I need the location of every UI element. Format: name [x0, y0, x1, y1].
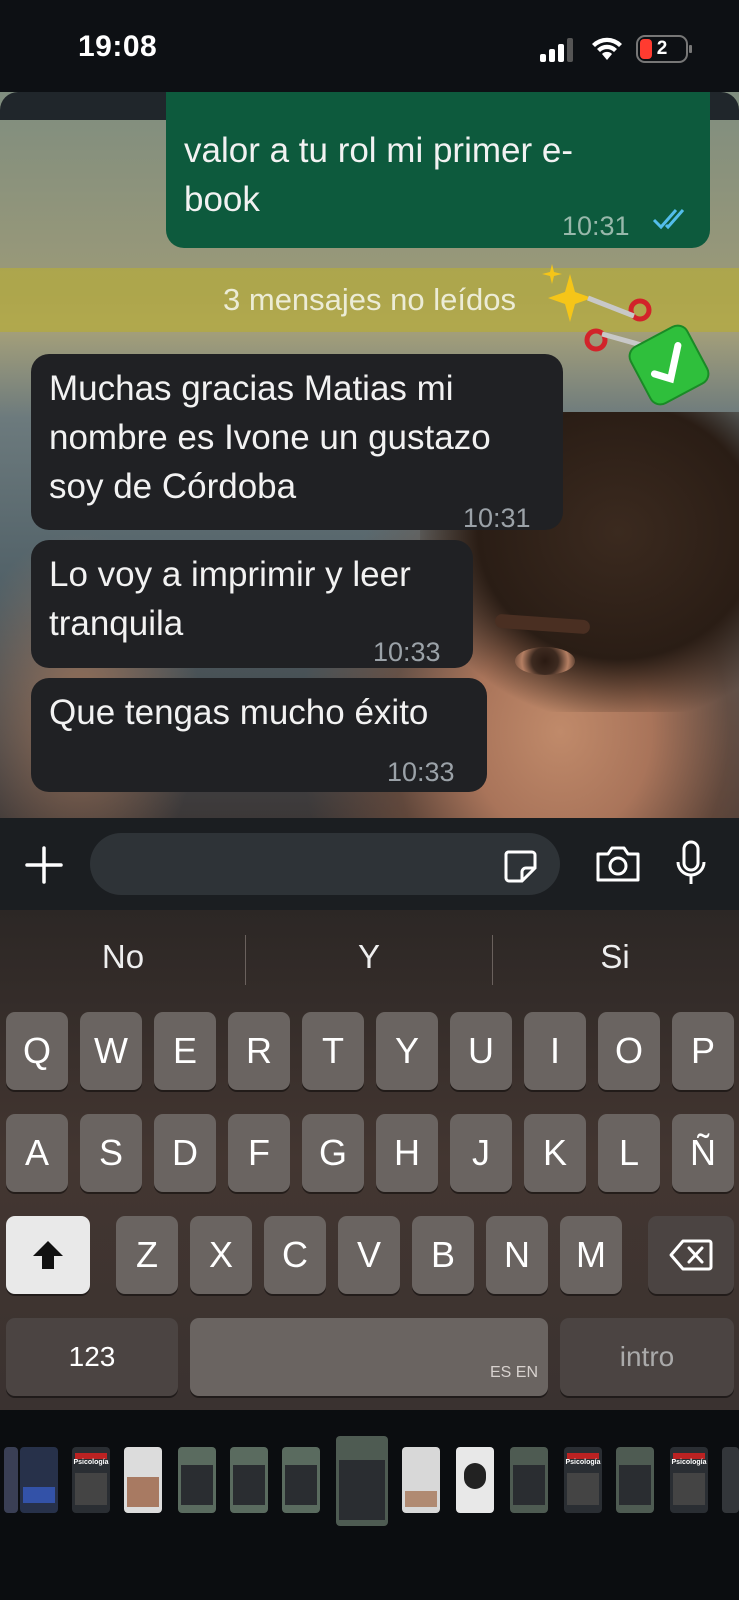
camera-icon[interactable]	[594, 844, 642, 884]
message-time: 10:33	[373, 637, 441, 667]
suggestion-si[interactable]: Si	[535, 938, 695, 976]
battery-level: 2	[656, 38, 668, 59]
key-p[interactable]: P	[672, 1012, 734, 1090]
app-thumbnail[interactable]	[456, 1447, 494, 1513]
incoming-message[interactable]: Lo voy a imprimir y leer tranquila 10:33	[31, 540, 473, 668]
outgoing-message[interactable]: valor a tu rol mi primer e- book 10:31	[166, 92, 710, 248]
battery-indicator: 2	[636, 35, 692, 63]
message-time: 10:33	[387, 757, 455, 787]
app-thumbnail[interactable]	[510, 1447, 548, 1513]
key-e[interactable]: E	[154, 1012, 216, 1090]
app-thumbnail[interactable]	[20, 1447, 58, 1513]
message-line: tranquila	[49, 604, 184, 643]
key-f[interactable]: F	[228, 1114, 290, 1192]
suggestion-no[interactable]: No	[43, 938, 203, 976]
message-line: Lo voy a imprimir y leer	[49, 555, 411, 594]
key-d[interactable]: D	[154, 1114, 216, 1192]
key-u[interactable]: U	[450, 1012, 512, 1090]
message-line: book	[184, 180, 260, 219]
key-q[interactable]: Q	[6, 1012, 68, 1090]
delete-key[interactable]	[648, 1216, 734, 1294]
numbers-key[interactable]: 123	[6, 1318, 178, 1396]
key-i[interactable]: I	[524, 1012, 586, 1090]
suggestion-divider	[245, 935, 246, 985]
status-time: 19:08	[78, 30, 158, 63]
key-b[interactable]: B	[412, 1216, 474, 1294]
shift-key[interactable]	[6, 1216, 90, 1294]
key-j[interactable]: J	[450, 1114, 512, 1192]
key-t[interactable]: T	[302, 1012, 364, 1090]
app-thumbnail[interactable]: Psicología	[564, 1447, 602, 1513]
app-thumbnail[interactable]	[124, 1447, 162, 1513]
shift-arrow-icon	[33, 1241, 63, 1269]
key-h[interactable]: H	[376, 1114, 438, 1192]
key-l[interactable]: L	[598, 1114, 660, 1192]
key-z[interactable]: Z	[116, 1216, 178, 1294]
signal-bars-icon	[540, 38, 576, 62]
suggestion-y[interactable]: Y	[289, 938, 449, 976]
key-o[interactable]: O	[598, 1012, 660, 1090]
wifi-icon	[592, 37, 622, 60]
space-bar[interactable]: ES EN	[190, 1318, 548, 1396]
app-thumbnail[interactable]	[282, 1447, 320, 1513]
backspace-icon	[669, 1239, 713, 1271]
thumbnail-title: Psicología	[671, 1459, 707, 1466]
key-k[interactable]: K	[524, 1114, 586, 1192]
app-thumbnail[interactable]	[616, 1447, 654, 1513]
message-line: nombre es Ivone un gustazo	[49, 418, 491, 457]
key-x[interactable]: X	[190, 1216, 252, 1294]
key-v[interactable]: V	[338, 1216, 400, 1294]
message-line: Que tengas mucho éxito	[49, 693, 429, 732]
sticker-icon[interactable]	[502, 848, 538, 884]
key-n[interactable]: N	[486, 1216, 548, 1294]
message-line: valor a tu rol mi primer e-	[184, 131, 573, 170]
battery-nub	[689, 45, 692, 53]
plus-icon[interactable]	[24, 845, 64, 885]
app-thumbnail[interactable]	[4, 1447, 18, 1513]
return-key[interactable]: intro	[560, 1318, 734, 1396]
key-g[interactable]: G	[302, 1114, 364, 1192]
app-thumbnail[interactable]: Psicología	[72, 1447, 110, 1513]
chat-area[interactable]: valor a tu rol mi primer e- book 10:31 3…	[0, 92, 739, 818]
suggestion-divider	[492, 935, 493, 985]
key-n-tilde[interactable]: Ñ	[672, 1114, 734, 1192]
key-r[interactable]: R	[228, 1012, 290, 1090]
message-time: 10:31	[562, 211, 630, 241]
message-time: 10:31	[463, 503, 531, 533]
microphone-icon[interactable]	[674, 840, 708, 888]
app-thumbnail[interactable]	[722, 1447, 739, 1513]
wallpaper-eye	[515, 647, 575, 675]
message-line: Muchas gracias Matias mi	[49, 369, 454, 408]
key-s[interactable]: S	[80, 1114, 142, 1192]
key-w[interactable]: W	[80, 1012, 142, 1090]
app-thumbnail-current[interactable]	[336, 1436, 388, 1526]
key-m[interactable]: M	[560, 1216, 622, 1294]
thumbnail-title: Psicología	[565, 1459, 601, 1466]
key-a[interactable]: A	[6, 1114, 68, 1192]
thumbnail-title: Psicología	[73, 1459, 109, 1466]
incoming-message[interactable]: Que tengas mucho éxito 10:33	[31, 678, 487, 792]
app-thumbnail[interactable]	[402, 1447, 440, 1513]
double-check-icon	[652, 209, 685, 230]
key-c[interactable]: C	[264, 1216, 326, 1294]
app-thumbnail[interactable]: Psicología	[670, 1447, 708, 1513]
incoming-message[interactable]: Muchas gracias Matias mi nombre es Ivone…	[31, 354, 563, 533]
app-thumbnail[interactable]	[178, 1447, 216, 1513]
language-label: ES EN	[489, 1364, 538, 1381]
message-input[interactable]	[90, 833, 560, 895]
app-thumbnail[interactable]	[230, 1447, 268, 1513]
key-y[interactable]: Y	[376, 1012, 438, 1090]
message-line: soy de Córdoba	[49, 467, 297, 506]
